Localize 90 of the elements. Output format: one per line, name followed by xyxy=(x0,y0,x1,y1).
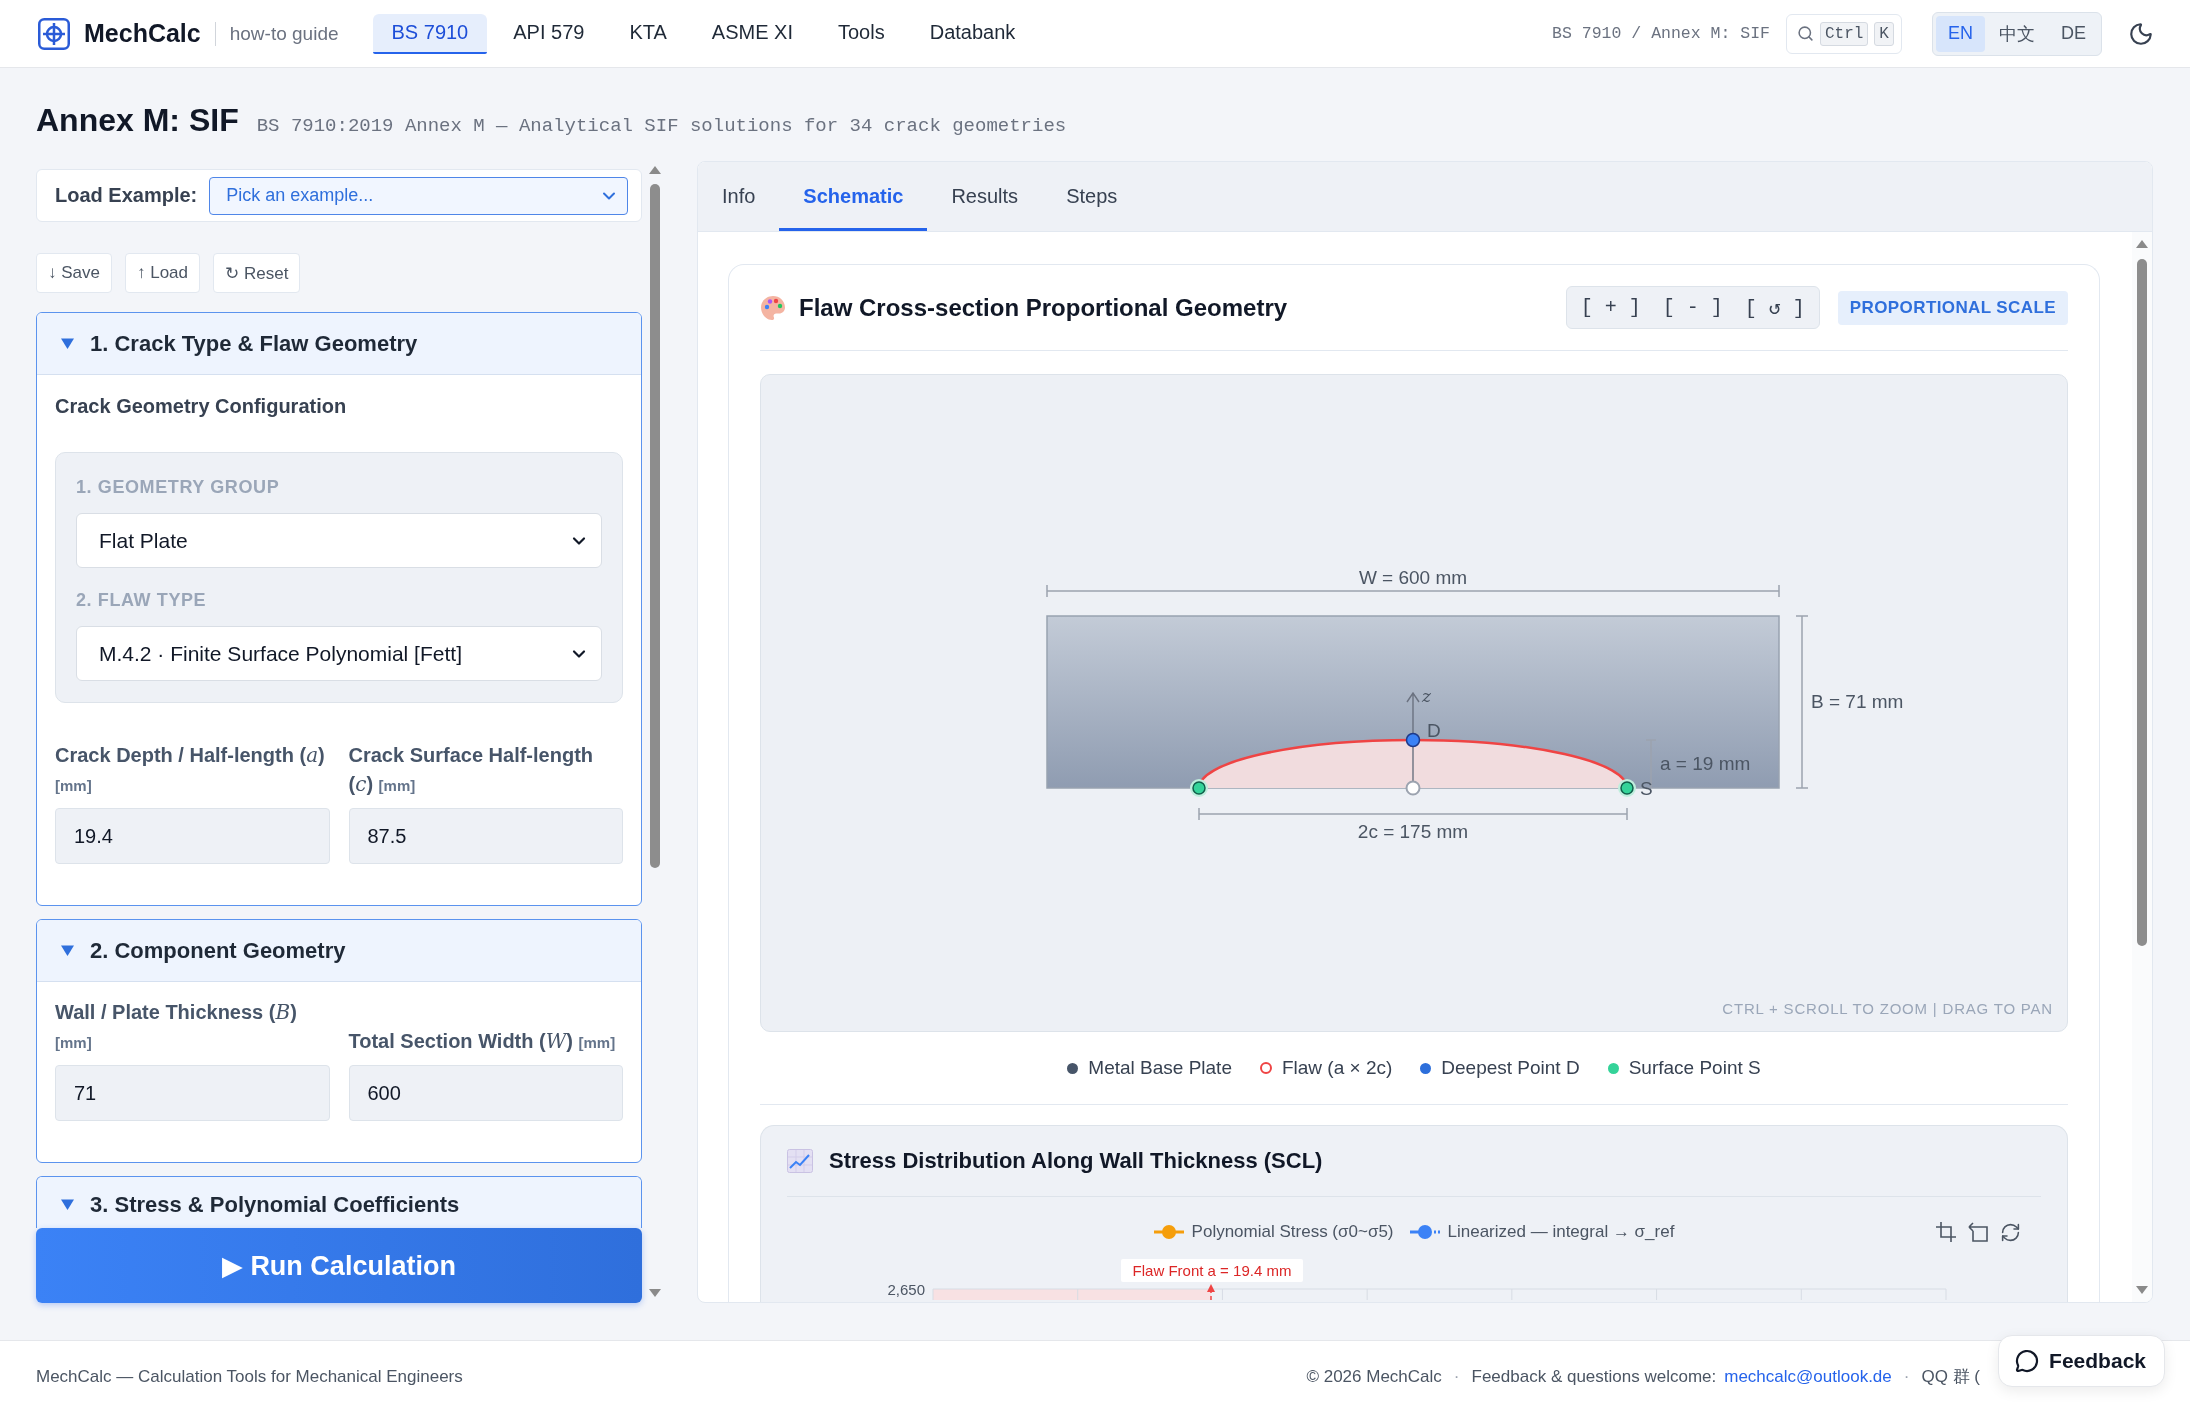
dimension-label: 2c = 175 mm xyxy=(1357,821,1469,842)
logo-icon xyxy=(38,17,70,50)
toolbar-button[interactable]: ↑ Load xyxy=(125,253,201,293)
field-label: Crack Surface Half-length (c) [mm] xyxy=(348,743,594,798)
field-label: Wall / Plate Thickness (B) [mm] xyxy=(55,999,298,1053)
selector-label: 1. GEOMETRY GROUP xyxy=(76,477,281,497)
run-calculation-button[interactable]: ▶ Run Calculation xyxy=(36,1228,642,1303)
config-heading: Crack Geometry Configuration xyxy=(55,394,348,418)
palette-icon xyxy=(760,294,786,321)
footer-text: © 2026 MechCalc xyxy=(1306,1366,1442,1387)
caret-icon[interactable] xyxy=(61,1198,74,1211)
surface-point-marker xyxy=(1618,779,1636,797)
nav-tab[interactable]: Tools xyxy=(819,13,904,54)
scale-badge: PROPORTIONAL SCALE xyxy=(1837,290,2068,325)
axis-label: z xyxy=(1422,686,1431,706)
legend-label[interactable]: Polynomial Stress (σ0~σ5) xyxy=(1191,1222,1394,1242)
caret-icon[interactable] xyxy=(61,337,74,350)
zoom-button[interactable]: [ - ] xyxy=(1662,296,1723,319)
section-header[interactable]: 2. Component Geometry xyxy=(37,920,641,982)
search-icon xyxy=(1796,25,1814,42)
feedback-button[interactable]: Feedback xyxy=(1998,1335,2165,1387)
legend-label: Surface Point S xyxy=(1628,1057,1761,1079)
shortcut-key: Ctrl xyxy=(1819,21,1869,46)
input-field[interactable]: 87.5 xyxy=(348,808,623,864)
chat-bubble-icon xyxy=(2015,1349,2040,1373)
breadcrumb: BS 7910 / Annex M: SIF xyxy=(1552,24,1770,43)
input-field[interactable]: 71 xyxy=(55,1065,330,1121)
caret-icon[interactable] xyxy=(61,944,74,957)
field-label: Crack Depth / Half-length (a) [mm] xyxy=(55,742,326,796)
legend-label[interactable]: Linearized — integral → σ_ref xyxy=(1447,1222,1675,1242)
section-header[interactable]: 3. Stress & Polynomial Coefficients xyxy=(37,1177,641,1228)
language-option[interactable]: EN xyxy=(1935,15,1985,52)
canvas-hint: CTRL + SCROLL TO ZOOM | DRAG TO PAN xyxy=(1722,999,2053,1019)
page-title: Annex M: SIF xyxy=(36,101,239,140)
axis-tick-label: 2,650 xyxy=(887,1281,925,1298)
footer-separator: · xyxy=(1903,1366,1910,1387)
selector-label: 2. FLAW TYPE xyxy=(76,590,208,610)
tab[interactable]: Schematic xyxy=(779,162,928,231)
tab[interactable]: Results xyxy=(927,162,1043,231)
section-header[interactable]: 1. Crack Type & Flaw Geometry xyxy=(37,313,641,375)
undo-icon[interactable] xyxy=(1968,1222,1988,1242)
moon-icon[interactable] xyxy=(2128,20,2154,47)
card-title: Flaw Cross-section Proportional Geometry xyxy=(799,293,1288,322)
legend-label: Deepest Point D xyxy=(1441,1057,1580,1079)
tab[interactable]: Steps xyxy=(1042,162,1142,231)
footer-text: Feedback & questions welcome: xyxy=(1471,1366,1717,1387)
card-title: Stress Distribution Along Wall Thickness (SCL) xyxy=(829,1148,1323,1174)
scrollbar[interactable] xyxy=(2132,232,2152,1302)
email-link[interactable]: mechcalc@outlook.de xyxy=(1724,1366,1892,1387)
crop-icon[interactable] xyxy=(1936,1222,1956,1242)
toolbar-button[interactable]: ↻ Reset xyxy=(213,253,301,293)
toolbar-button[interactable]: ↓ Save xyxy=(36,253,112,293)
example-select[interactable]: Pick an example... xyxy=(209,176,628,215)
guide-link[interactable]: how-to guide xyxy=(229,22,339,45)
input-field[interactable]: 600 xyxy=(348,1065,623,1121)
brand-name: MechCalc xyxy=(84,19,201,48)
dimension-label: W = 600 mm xyxy=(1358,567,1468,588)
line-chart-icon xyxy=(787,1149,813,1173)
nav-tab[interactable]: KTA xyxy=(610,13,686,54)
language-option[interactable]: DE xyxy=(2049,15,2098,52)
deepest-point-marker xyxy=(1405,732,1421,748)
page-subtitle: BS 7910:2019 Annex M — Analytical SIF solutions for 34 crack geometries xyxy=(256,115,1067,137)
legend-label: Flaw (a × 2c) xyxy=(1281,1057,1393,1079)
refresh-icon[interactable] xyxy=(2000,1221,2021,1243)
legend-label: Metal Base Plate xyxy=(1088,1057,1232,1079)
origin-marker xyxy=(1405,780,1421,796)
nav-tab[interactable]: ASME XI xyxy=(692,13,812,54)
input-field[interactable]: 19.4 xyxy=(55,808,330,864)
dropdown-select[interactable]: Flat Plate xyxy=(76,513,602,568)
field-label: Total Section Width (W) [mm] xyxy=(348,1028,617,1055)
point-label: D xyxy=(1427,720,1441,741)
shortcut-key: K xyxy=(1874,21,1894,46)
nav-tab[interactable]: Databank xyxy=(910,13,1035,54)
footer-text: QQ 群 ( xyxy=(1921,1366,1980,1388)
nav-tab[interactable]: API 579 xyxy=(494,13,604,54)
example-label: Load Example: xyxy=(55,184,198,207)
dropdown-select[interactable]: M.4.2 · Finite Surface Polynomial [Fett] xyxy=(76,626,602,681)
annotation-label: Flaw Front a = 19.4 mm xyxy=(1121,1259,1303,1282)
surface-point-marker xyxy=(1190,779,1208,797)
point-label: S xyxy=(1640,778,1653,799)
footer-separator: · xyxy=(1453,1366,1460,1387)
tab[interactable]: Info xyxy=(698,162,780,231)
zoom-button[interactable]: [ ↺ ] xyxy=(1744,295,1805,320)
footer-tagline: MechCalc — Calculation Tools for Mechanical Engineers xyxy=(36,1366,463,1387)
language-option[interactable]: 中文 xyxy=(1987,15,2047,52)
search-button[interactable]: Ctrl K xyxy=(1785,13,1902,54)
nav-tab[interactable]: BS 7910 xyxy=(372,13,488,54)
dimension-label: a = 19 mm xyxy=(1660,753,1751,774)
zoom-button[interactable]: [ + ] xyxy=(1580,296,1641,319)
dimension-label: B = 71 mm xyxy=(1811,691,1904,712)
